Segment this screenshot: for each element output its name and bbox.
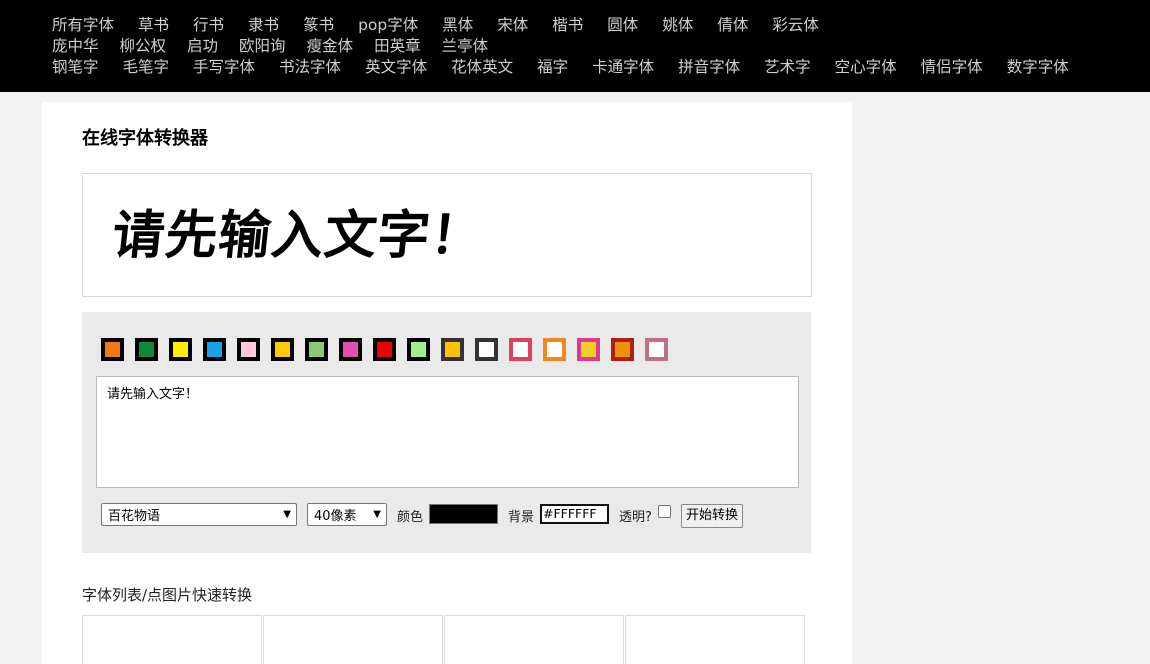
top-nav: 所有字体 草书 行书 隶书 篆书 pop字体 黑体 宋体 楷书 圆体 姚体 倩体 彩云体 庞中华 柳公权启… bbox=[0, 0, 1150, 92]
font-thumbnail[interactable] bbox=[625, 615, 805, 664]
color-swatch[interactable] bbox=[543, 338, 566, 361]
font-select-value: 百花物语 bbox=[108, 509, 161, 524]
color-swatch[interactable] bbox=[577, 338, 600, 361]
nav-link[interactable]: 艺术字 bbox=[764, 57, 811, 78]
nav-link[interactable]: 庞中华 bbox=[52, 36, 99, 57]
nav-link[interactable]: 隶书 bbox=[248, 15, 279, 36]
color-swatches bbox=[101, 338, 679, 361]
convert-button[interactable]: 开始转换 bbox=[681, 504, 743, 528]
nav-link[interactable]: 草书 bbox=[138, 15, 169, 36]
color-swatch[interactable] bbox=[203, 338, 226, 361]
nav-link[interactable]: 毛笔字 bbox=[123, 57, 170, 78]
bg-color-input[interactable]: #FFFFFF bbox=[540, 504, 609, 524]
nav-link[interactable]: 篆书 bbox=[303, 15, 334, 36]
color-swatch[interactable] bbox=[645, 338, 668, 361]
font-thumbnail[interactable] bbox=[82, 615, 262, 664]
nav-link[interactable]: 圆体 bbox=[607, 15, 638, 36]
color-swatch[interactable] bbox=[339, 338, 362, 361]
nav-link[interactable]: 田英章 bbox=[374, 36, 421, 57]
nav-link[interactable]: 钢笔字 bbox=[52, 57, 99, 78]
main-content: 在线字体转换器 请先输入文字！ 请先输入文字！ 百花物语 ▼ 40像素 ▼ 颜色… bbox=[42, 102, 852, 664]
color-swatch[interactable] bbox=[373, 338, 396, 361]
font-select[interactable]: 百花物语 ▼ bbox=[101, 503, 297, 526]
nav-link[interactable]: 启功 bbox=[187, 36, 218, 57]
nav-link[interactable]: 行书 bbox=[193, 15, 224, 36]
size-select-value: 40像素 bbox=[314, 509, 357, 524]
color-picker[interactable] bbox=[429, 504, 498, 524]
nav-link[interactable]: pop字体 bbox=[358, 15, 418, 36]
nav-link[interactable]: 彩云体 bbox=[772, 15, 819, 36]
nav-link[interactable]: 欧阳询 bbox=[239, 36, 286, 57]
nav-link[interactable]: 数字字体 bbox=[1007, 57, 1069, 78]
chevron-down-icon: ▼ bbox=[373, 509, 381, 520]
nav-link[interactable]: 楷书 bbox=[552, 15, 583, 36]
bg-label: 背景 bbox=[508, 510, 535, 525]
nav-link[interactable]: 所有字体 bbox=[52, 15, 114, 36]
nav-row-2: 庞中华 柳公权 启功 欧阳询 瘦金体 田英章 兰亭体 bbox=[52, 36, 509, 57]
color-swatch[interactable] bbox=[237, 338, 260, 361]
font-list-title: 字体列表/点图片快速转换 bbox=[82, 586, 253, 604]
color-swatch[interactable] bbox=[509, 338, 532, 361]
font-thumbnail[interactable] bbox=[263, 615, 443, 664]
font-list-grid bbox=[82, 615, 806, 664]
controls-bar: 百花物语 ▼ 40像素 ▼ 颜色 背景 #FFFFFF 透明? 开始转换 bbox=[101, 502, 801, 528]
nav-row-1: 所有字体 草书 行书 隶书 篆书 pop字体 黑体 宋体 楷书 圆体 姚体 倩体 彩云体 bbox=[52, 15, 843, 36]
color-swatch[interactable] bbox=[611, 338, 634, 361]
nav-link[interactable]: 空心字体 bbox=[835, 57, 897, 78]
nav-link[interactable]: 花体英文 bbox=[451, 57, 513, 78]
preview-text: 请先输入文字！ bbox=[109, 206, 487, 266]
nav-link[interactable]: 柳公权 bbox=[120, 36, 167, 57]
page-title: 在线字体转换器 bbox=[82, 128, 208, 149]
transparent-label: 透明? bbox=[619, 510, 652, 525]
color-label: 颜色 bbox=[397, 510, 424, 525]
converter-panel: 请先输入文字！ 百花物语 ▼ 40像素 ▼ 颜色 背景 #FFFFFF 透明? … bbox=[82, 312, 811, 553]
chevron-down-icon: ▼ bbox=[283, 509, 291, 520]
nav-link[interactable]: 黑体 bbox=[442, 15, 473, 36]
color-swatch[interactable] bbox=[135, 338, 158, 361]
color-swatch[interactable] bbox=[305, 338, 328, 361]
nav-link[interactable]: 情侣字体 bbox=[921, 57, 983, 78]
nav-link[interactable]: 兰亭体 bbox=[442, 36, 489, 57]
color-swatch[interactable] bbox=[407, 338, 430, 361]
color-swatch[interactable] bbox=[169, 338, 192, 361]
nav-link[interactable]: 英文字体 bbox=[365, 57, 427, 78]
text-input[interactable]: 请先输入文字！ bbox=[96, 376, 799, 488]
nav-link[interactable]: 书法字体 bbox=[279, 57, 341, 78]
nav-row-3: 钢笔字 毛笔字 手写字体 书法字体 英文字体 花体英文 福字 卡通字体 拼音字体 艺术字 空心字体 情… bbox=[52, 57, 1093, 78]
color-swatch[interactable] bbox=[475, 338, 498, 361]
nav-link[interactable]: 拼音字体 bbox=[678, 57, 740, 78]
nav-link[interactable]: 宋体 bbox=[497, 15, 528, 36]
nav-link[interactable]: 倩体 bbox=[717, 15, 748, 36]
color-swatch[interactable] bbox=[271, 338, 294, 361]
color-swatch[interactable] bbox=[101, 338, 124, 361]
nav-link[interactable]: 瘦金体 bbox=[307, 36, 354, 57]
nav-link[interactable]: 福字 bbox=[537, 57, 568, 78]
nav-link[interactable]: 卡通字体 bbox=[592, 57, 654, 78]
color-swatch[interactable] bbox=[441, 338, 464, 361]
preview-box: 请先输入文字！ bbox=[82, 173, 812, 297]
transparent-checkbox[interactable] bbox=[658, 505, 671, 518]
font-thumbnail[interactable] bbox=[444, 615, 624, 664]
nav-link[interactable]: 姚体 bbox=[662, 15, 693, 36]
nav-link[interactable]: 手写字体 bbox=[193, 57, 255, 78]
size-select[interactable]: 40像素 ▼ bbox=[307, 503, 387, 526]
